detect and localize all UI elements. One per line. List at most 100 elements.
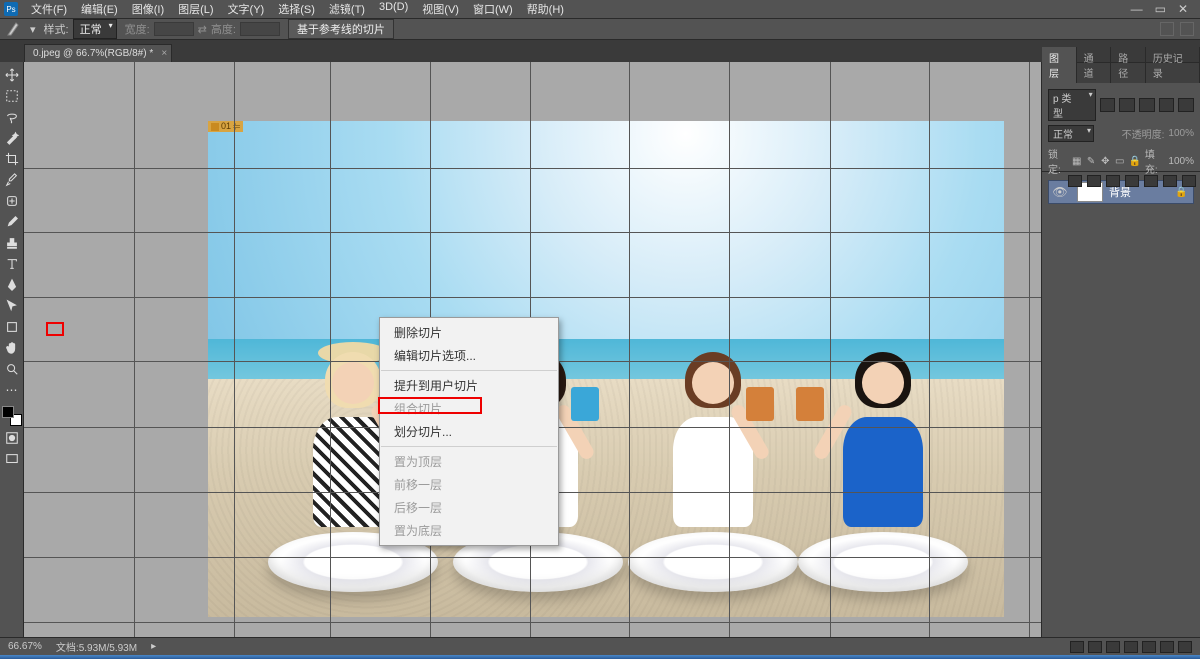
screen-mode[interactable] (2, 450, 22, 468)
guide-vertical[interactable] (729, 62, 730, 637)
fx-icon[interactable] (1087, 175, 1101, 187)
guide-vertical[interactable] (830, 62, 831, 637)
lock-pos-icon[interactable]: ✥ (1100, 155, 1110, 167)
crop-tool[interactable] (2, 150, 22, 168)
brush-tool[interactable] (2, 213, 22, 231)
panel-tab-历史记录[interactable]: 历史记录 (1146, 47, 1200, 83)
fill-value[interactable]: 100% (1168, 156, 1194, 167)
swap-icon[interactable]: ⇄ (198, 23, 207, 36)
guide-vertical[interactable] (929, 62, 930, 637)
guide-vertical[interactable] (330, 62, 331, 637)
lock-all-icon[interactable]: 🔒 (1129, 155, 1141, 167)
filter-pixel-icon[interactable] (1100, 98, 1116, 112)
guide-vertical[interactable] (234, 62, 235, 637)
visibility-icon[interactable]: 👁 (1049, 185, 1071, 199)
color-swatches[interactable] (2, 406, 22, 426)
slice-from-guides-button[interactable]: 基于参考线的切片 (288, 19, 394, 39)
guide-horizontal[interactable] (24, 297, 1041, 298)
guide-horizontal[interactable] (24, 622, 1041, 623)
document-tab[interactable]: 0.jpeg @ 66.7%(RGB/8#) * × (24, 44, 172, 62)
slice-badge: 01⥢ (208, 121, 243, 132)
hand-tool[interactable] (2, 339, 22, 357)
panel-tab-图层[interactable]: 图层 (1042, 47, 1077, 83)
path-select-tool[interactable] (2, 297, 22, 315)
layer-kind-select[interactable]: p 类型 (1048, 89, 1096, 121)
menu-3D(D)[interactable]: 3D(D) (372, 0, 415, 19)
tab-close-icon[interactable]: × (161, 48, 167, 59)
quick-mask[interactable] (2, 429, 22, 447)
lock-trans-icon[interactable]: ▦ (1072, 155, 1082, 167)
context-item-删除切片[interactable]: 删除切片 (380, 321, 558, 344)
sb-icon[interactable] (1124, 641, 1138, 653)
sb-icon[interactable] (1088, 641, 1102, 653)
menu-滤镜(T)[interactable]: 滤镜(T) (322, 0, 372, 19)
sb-icon[interactable] (1142, 641, 1156, 653)
minimize-button[interactable]: — (1131, 2, 1143, 16)
menu-bar: Ps 文件(F)编辑(E)图像(I)图层(L)文字(Y)选择(S)滤镜(T)3D… (0, 0, 1200, 18)
delete-layer-icon[interactable] (1182, 175, 1196, 187)
canvas[interactable]: 01⥢ 删除切片编辑切片选项...提升到用户切片组合切片划分切片...置为顶层前… (24, 62, 1042, 637)
context-item-编辑切片选项...[interactable]: 编辑切片选项... (380, 344, 558, 367)
marquee-tool[interactable] (2, 87, 22, 105)
restore-button[interactable]: ▭ (1155, 2, 1166, 16)
menu-文件(F)[interactable]: 文件(F) (24, 0, 74, 19)
adjustment-icon[interactable] (1125, 175, 1139, 187)
menu-文字(Y)[interactable]: 文字(Y) (221, 0, 272, 19)
context-item-提升到用户切片[interactable]: 提升到用户切片 (380, 374, 558, 397)
zoom-tool[interactable] (2, 360, 22, 378)
style-select[interactable]: 正常 (73, 19, 117, 39)
new-layer-icon[interactable] (1163, 175, 1177, 187)
guide-horizontal[interactable] (24, 557, 1041, 558)
menu-窗口(W)[interactable]: 窗口(W) (466, 0, 520, 19)
filter-smart-icon[interactable] (1178, 98, 1194, 112)
pen-tool[interactable] (2, 276, 22, 294)
guide-vertical[interactable] (1029, 62, 1030, 637)
guide-horizontal[interactable] (24, 232, 1041, 233)
panel-tab-路径[interactable]: 路径 (1111, 47, 1146, 83)
opt-icon-1[interactable] (1160, 22, 1174, 36)
guide-vertical[interactable] (629, 62, 630, 637)
close-button[interactable]: ✕ (1178, 2, 1188, 16)
lock-nest-icon[interactable]: ▭ (1115, 155, 1125, 167)
blend-mode-select[interactable]: 正常 (1048, 125, 1094, 142)
opacity-value[interactable]: 100% (1168, 128, 1194, 139)
sb-icon[interactable] (1070, 641, 1084, 653)
healing-tool[interactable] (2, 192, 22, 210)
menu-视图(V)[interactable]: 视图(V) (415, 0, 466, 19)
height-input[interactable] (240, 22, 280, 36)
link-layers-icon[interactable] (1068, 175, 1082, 187)
context-item-前移一层: 前移一层 (380, 473, 558, 496)
menu-编辑(E)[interactable]: 编辑(E) (74, 0, 125, 19)
zoom-level[interactable]: 66.67% (8, 641, 42, 652)
group-icon[interactable] (1144, 175, 1158, 187)
eyedropper-tool[interactable] (2, 171, 22, 189)
menu-图层(L)[interactable]: 图层(L) (171, 0, 220, 19)
guide-vertical[interactable] (134, 62, 135, 637)
sb-icon[interactable] (1160, 641, 1174, 653)
opt-icon-2[interactable] (1180, 22, 1194, 36)
lock-paint-icon[interactable]: ✎ (1086, 155, 1096, 167)
filter-shape-icon[interactable] (1159, 98, 1175, 112)
shape-tool[interactable] (2, 318, 22, 336)
menu-图像(I)[interactable]: 图像(I) (125, 0, 171, 19)
edit-toolbar[interactable]: ⋯ (2, 381, 22, 399)
sb-icon[interactable] (1178, 641, 1192, 653)
sb-icon[interactable] (1106, 641, 1120, 653)
panel-tab-通道[interactable]: 通道 (1077, 47, 1112, 83)
app-icon: Ps (4, 2, 18, 16)
move-tool[interactable] (2, 66, 22, 84)
doc-info[interactable]: 文档:5.93M/5.93M (56, 639, 137, 654)
guide-horizontal[interactable] (24, 168, 1041, 169)
height-label: 高度: (211, 21, 236, 37)
context-item-划分切片...[interactable]: 划分切片... (380, 420, 558, 443)
stamp-tool[interactable] (2, 234, 22, 252)
width-input[interactable] (154, 22, 194, 36)
menu-帮助(H)[interactable]: 帮助(H) (520, 0, 571, 19)
filter-type-icon[interactable] (1139, 98, 1155, 112)
menu-选择(S)[interactable]: 选择(S) (271, 0, 322, 19)
type-tool[interactable] (2, 255, 22, 273)
wand-tool[interactable] (2, 129, 22, 147)
filter-adjust-icon[interactable] (1119, 98, 1135, 112)
mask-icon[interactable] (1106, 175, 1120, 187)
lasso-tool[interactable] (2, 108, 22, 126)
